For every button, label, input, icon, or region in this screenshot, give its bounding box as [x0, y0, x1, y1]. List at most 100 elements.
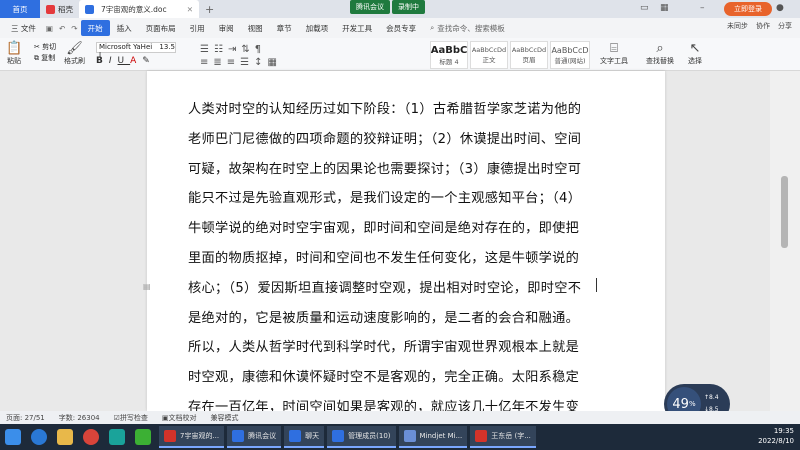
command-search[interactable]: ⌕ 查找命令、搜索模板 — [423, 20, 512, 36]
wps-icon — [164, 430, 176, 442]
menu-start[interactable]: 开始 — [80, 20, 110, 36]
scissors-icon: ✂ — [34, 43, 40, 51]
taskbar-app-teal[interactable] — [104, 424, 130, 450]
taskbar-wechat[interactable] — [130, 424, 156, 450]
align-center-icon[interactable]: ≣ — [213, 57, 226, 68]
tab-document[interactable]: 7宇宙观的意义.doc ✕ — [79, 0, 199, 18]
paragraph-handle-icon[interactable]: ▤ — [143, 282, 151, 291]
taskbar-explorer[interactable] — [52, 424, 78, 450]
meeting-icon — [232, 430, 245, 442]
font-name-select[interactable]: Microsoft YaHei I 13.5 — [96, 42, 176, 59]
tab-docer[interactable]: 稻壳 — [40, 0, 79, 18]
menu-reference[interactable]: 引用 — [183, 20, 212, 36]
style-body[interactable]: AaBbCcDd 正文 — [470, 41, 508, 69]
close-tab-icon[interactable]: ✕ — [187, 5, 193, 14]
taskbar-ie[interactable] — [26, 424, 52, 450]
highlight-button[interactable]: ✎ — [142, 56, 156, 66]
menu-view[interactable]: 视图 — [241, 20, 270, 36]
ie-icon — [31, 429, 47, 445]
format-brush-button[interactable]: 🖌 格式刷 — [64, 42, 85, 66]
align-right-icon[interactable]: ≡ — [227, 57, 240, 68]
save-icon[interactable]: ▣ — [43, 20, 56, 36]
indent-icon[interactable]: ⇥ — [228, 44, 241, 55]
recording-label[interactable]: 录制中 — [392, 0, 425, 14]
paragraph-tools: ☰☷⇥⇅¶ — [200, 44, 266, 55]
layout-icon[interactable]: ▭ — [640, 3, 649, 13]
tab-home[interactable]: 首页 — [0, 0, 40, 18]
undo-icon[interactable]: ↶ — [56, 20, 68, 36]
scrollbar-thumb[interactable] — [781, 176, 788, 248]
select-button[interactable]: ↖ 选择 — [688, 42, 702, 66]
folder-icon — [57, 429, 73, 445]
taskbar-app-mindjet[interactable]: Mindjet Mi... — [398, 426, 468, 448]
style-web-normal[interactable]: AaBbCcD 普通(网站) — [550, 41, 590, 69]
cut-button[interactable]: ✂ 剪切 — [34, 42, 56, 53]
sort-icon[interactable]: ⇅ — [241, 44, 254, 55]
bold-button[interactable]: B — [96, 56, 109, 66]
font-color-button[interactable]: A — [130, 56, 142, 66]
border-icon[interactable]: ▦ — [268, 57, 282, 68]
find-replace-button[interactable]: ⌕ 查找替换 — [646, 42, 674, 66]
line-spacing-icon[interactable]: ↕ — [254, 57, 267, 68]
start-button[interactable] — [0, 424, 26, 450]
menu-review[interactable]: 审阅 — [212, 20, 241, 36]
copy-button[interactable]: ⧉ 复制 — [34, 53, 56, 64]
upload-speed: ↑8.4 — [704, 394, 719, 401]
system-clock[interactable]: 19:35 2022/8/10 — [758, 426, 794, 446]
compat-mode: 兼容模式 — [210, 413, 239, 422]
taskbar-app-wps[interactable]: 7宇宙观的... — [159, 426, 225, 448]
text-tools-button[interactable]: ⌸ 文字工具 — [600, 42, 628, 66]
menu-developer[interactable]: 开发工具 — [335, 20, 379, 36]
underline-button[interactable]: U — [118, 56, 131, 66]
avatar-icon[interactable]: ● — [776, 3, 784, 13]
meeting-indicator: 腾讯会议 录制中 — [350, 0, 425, 14]
bullet-list-icon[interactable]: ☰ — [200, 44, 214, 55]
font-format-row: BIUA✎ — [96, 56, 156, 66]
members-icon — [332, 430, 345, 442]
login-button[interactable]: 立即登录 — [724, 2, 772, 16]
taskbar: 7宇宙观的... 腾讯会议 聊天 管理成员(10) Mindjet Mi... … — [0, 424, 800, 450]
word-doc-icon — [85, 4, 94, 14]
spell-check[interactable]: ☑拼写检查 — [114, 413, 148, 423]
menu-page-layout[interactable]: 页面布局 — [139, 20, 183, 36]
chat-icon — [289, 430, 302, 442]
text-line: 里面的物质抠掉，时间和空间也不发生任何变化，这是牛顿学说的 — [188, 250, 580, 266]
collab-button[interactable]: 协作 — [756, 21, 770, 31]
text-line: 时空观，康德和休谟怀疑时空不是客观的，完全正确。太阳系稳定 — [188, 370, 580, 386]
sync-status[interactable]: 未同步 — [727, 21, 748, 31]
show-marks-icon[interactable]: ¶ — [255, 44, 266, 55]
text-line: 牛顿学说的绝对时空宇宙观，即时间和空间是绝对存在的，即使把 — [188, 221, 580, 237]
align-left-icon[interactable]: ≡ — [200, 57, 213, 68]
alignment-tools: ≡≣≡☰↕▦ — [200, 57, 282, 68]
menu-addins[interactable]: 加载项 — [299, 20, 336, 36]
minimize-icon[interactable]: – — [700, 3, 705, 13]
clipboard-group: ✂ 剪切 ⧉ 复制 — [34, 42, 56, 64]
justify-icon[interactable]: ☰ — [240, 57, 254, 68]
chrome-icon — [83, 429, 99, 445]
taskbar-chrome[interactable] — [78, 424, 104, 450]
meeting-label[interactable]: 腾讯会议 — [350, 0, 390, 14]
taskbar-app-chat[interactable]: 聊天 — [284, 426, 325, 448]
redo-icon[interactable]: ↷ — [68, 20, 80, 36]
style-header[interactable]: AaBbCcDd 页眉 — [510, 41, 548, 69]
taskbar-app-members[interactable]: 管理成员(10) — [327, 426, 396, 448]
number-list-icon[interactable]: ☷ — [214, 44, 228, 55]
menu-section[interactable]: 章节 — [270, 20, 299, 36]
menu-file[interactable]: 三 文件 — [4, 20, 43, 36]
word-count[interactable]: 字数: 26304 — [59, 413, 100, 423]
text-line: 是绝对的，它是被质量和运动速度影响的，是二者的会合和融通。 — [188, 310, 580, 326]
doc-proof[interactable]: ▣文档校对 — [162, 413, 197, 423]
style-heading-4[interactable]: AaBbC 标题 4 — [430, 41, 468, 69]
document-text[interactable]: 人类对时空的认知经历过如下阶段：（1）古希腊哲学家芝诺为他的 老师巴门尼德做的四… — [188, 95, 588, 423]
page-count[interactable]: 页面: 27/51 — [6, 413, 45, 423]
menu-member[interactable]: 会员专享 — [379, 20, 423, 36]
new-tab-icon[interactable]: + — [199, 0, 220, 18]
taskbar-app-meeting[interactable]: 腾讯会议 — [227, 426, 282, 448]
cursor-icon: ↖ — [689, 41, 701, 56]
taskbar-app-wps2[interactable]: 王东岳 (字... — [470, 426, 536, 448]
italic-button[interactable]: I — [109, 56, 118, 66]
share-button[interactable]: 分享 — [778, 21, 792, 31]
paste-button[interactable]: 📋 粘贴 — [6, 42, 22, 66]
menu-insert[interactable]: 插入 — [110, 20, 139, 36]
grid-icon[interactable]: ▦ — [660, 3, 669, 13]
